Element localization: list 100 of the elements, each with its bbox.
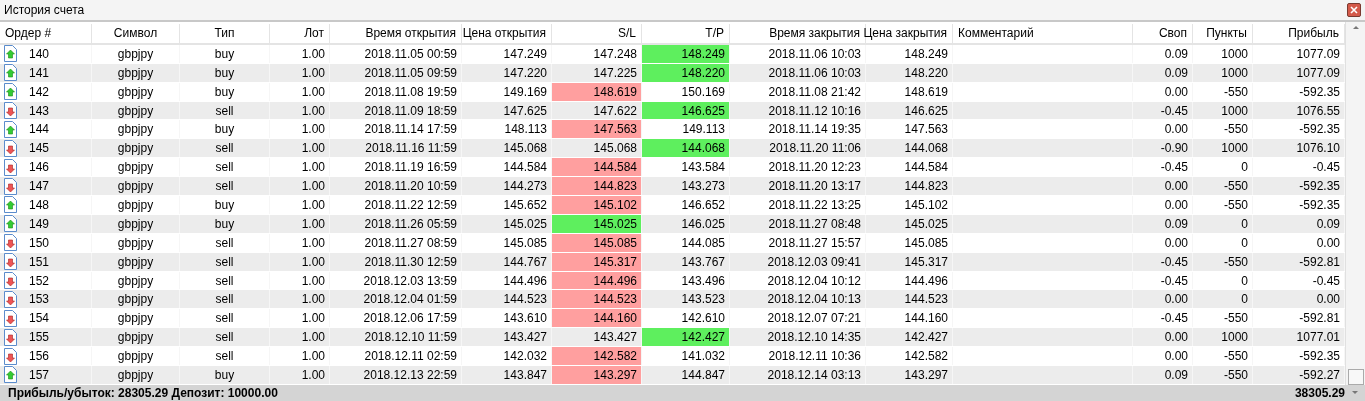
table-cell: 1.00 [270, 101, 330, 120]
table-cell: gbpjpy [92, 214, 180, 233]
table-cell: sell [180, 139, 270, 158]
table-cell: gbpjpy [92, 196, 180, 214]
table-cell: 2018.11.27 08:48 [730, 214, 866, 233]
table-cell: 1000 [1193, 139, 1253, 158]
table-cell: 144 [29, 122, 50, 137]
table-cell: sell [180, 347, 270, 366]
table-cell: 1000 [1193, 328, 1253, 347]
table-cell: buy [180, 44, 270, 63]
table-cell: 145.085 [866, 233, 953, 252]
table-cell: 2018.11.09 18:59 [330, 101, 462, 120]
table-cell: buy [180, 196, 270, 214]
column-header[interactable]: S/L [552, 24, 642, 43]
table-cell: 143.297 [866, 366, 953, 384]
table-cell: 2018.11.14 17:59 [330, 120, 462, 139]
scroll-down-icon[interactable] [1351, 390, 1359, 396]
table-cell: gbpjpy [92, 63, 180, 82]
table-cell: 1.00 [270, 196, 330, 214]
table-cell: 148 [29, 197, 50, 212]
close-button[interactable] [1347, 3, 1361, 17]
scrollbar[interactable] [1345, 22, 1365, 385]
table-cell: -550 [1193, 120, 1253, 139]
table-cell: 0 [1193, 214, 1253, 233]
table-cell: 144.068 [642, 139, 730, 158]
table-cell: gbpjpy [92, 290, 180, 309]
column-header[interactable]: Цена открытия [462, 24, 552, 43]
table-cell: sell [180, 328, 270, 347]
table-cell: 1.00 [270, 347, 330, 366]
column-header[interactable]: Цена закрытия [866, 24, 953, 43]
table-cell: 144.847 [642, 366, 730, 384]
table-cell: 145.102 [552, 196, 642, 214]
column-header[interactable]: Пункты [1193, 24, 1253, 43]
table-cell: 0.00 [1133, 196, 1193, 214]
table-cell: 2018.12.11 02:59 [330, 347, 462, 366]
table-cell: 2018.11.30 12:59 [330, 252, 462, 271]
table-cell: 153 [29, 292, 50, 307]
column-header[interactable]: Символ [92, 24, 180, 43]
table-cell: 2018.12.07 07:21 [730, 309, 866, 328]
table-cell: 144.496 [866, 271, 953, 290]
table-cell: 143 [29, 103, 50, 118]
table-cell: 144.085 [642, 233, 730, 252]
table-cell: 1.00 [270, 63, 330, 82]
table-cell: sell [180, 158, 270, 177]
table-cell: 2018.11.22 12:59 [330, 196, 462, 214]
table-cell: -0.45 [1133, 252, 1193, 271]
table-cell: 141.032 [642, 347, 730, 366]
table-cell: buy [180, 214, 270, 233]
table-cell: 1.00 [270, 328, 330, 347]
table-cell: 2018.12.13 22:59 [330, 366, 462, 384]
table-cell: 2018.11.12 10:16 [730, 101, 866, 120]
table-cell: 144.823 [866, 177, 953, 195]
table-cell: 2018.11.20 12:23 [730, 158, 866, 177]
scrollbar-thumb[interactable] [1347, 369, 1364, 385]
column-header[interactable]: Своп [1133, 24, 1193, 43]
table-cell: sell [180, 177, 270, 195]
column-header[interactable]: Лот [270, 24, 330, 43]
table-cell: -550 [1193, 177, 1253, 195]
table-cell: -550 [1193, 252, 1253, 271]
table-cell: sell [180, 252, 270, 271]
table-cell: buy [180, 120, 270, 139]
table-cell: 143.273 [642, 177, 730, 195]
table-cell: gbpjpy [92, 252, 180, 271]
table-cell: 150 [29, 235, 50, 250]
table-cell: buy [180, 63, 270, 82]
table-cell: 144.584 [866, 158, 953, 177]
table-cell: 1.00 [270, 139, 330, 158]
table-cell: 1.00 [270, 233, 330, 252]
table-cell: gbpjpy [92, 271, 180, 290]
table-cell: -0.45 [1133, 101, 1193, 120]
table-cell: 152 [29, 273, 50, 288]
table-cell: buy [180, 366, 270, 384]
table-cell: 2018.11.08 21:42 [730, 82, 866, 101]
summary-text: Прибыль/убыток: 28305.29 Депозит: 10000.00 [8, 386, 279, 400]
column-header[interactable]: Время открытия [330, 24, 462, 43]
table-cell: 0 [1193, 158, 1253, 177]
column-header[interactable]: T/P [642, 24, 730, 43]
table-cell: 1.00 [270, 120, 330, 139]
table-cell: 2018.12.11 10:36 [730, 347, 866, 366]
table-cell: 0.00 [1133, 328, 1193, 347]
table-cell: 2018.11.05 00:59 [330, 44, 462, 63]
table-cell: gbpjpy [92, 309, 180, 328]
table-cell: 2018.12.04 10:12 [730, 271, 866, 290]
table-cell: 143.496 [642, 271, 730, 290]
column-header[interactable]: Комментарий [953, 24, 1133, 43]
table-cell: 0.00 [1133, 290, 1193, 309]
table-cell: 146 [29, 160, 50, 175]
column-header[interactable]: Ордер # [0, 24, 92, 43]
table-cell: 144.823 [552, 177, 642, 195]
column-header[interactable]: Тип [180, 24, 270, 43]
table-cell: 1.00 [270, 177, 330, 195]
table-cell: sell [180, 101, 270, 120]
table-cell: 156 [29, 349, 50, 364]
window-title: История счета [4, 3, 85, 17]
table-cell: 2018.12.10 11:59 [330, 328, 462, 347]
table-cell: 145.102 [866, 196, 953, 214]
table-cell: 0 [1193, 271, 1253, 290]
table-cell: 144.523 [866, 290, 953, 309]
table-cell: sell [180, 233, 270, 252]
table-cell: 2018.11.26 05:59 [330, 214, 462, 233]
